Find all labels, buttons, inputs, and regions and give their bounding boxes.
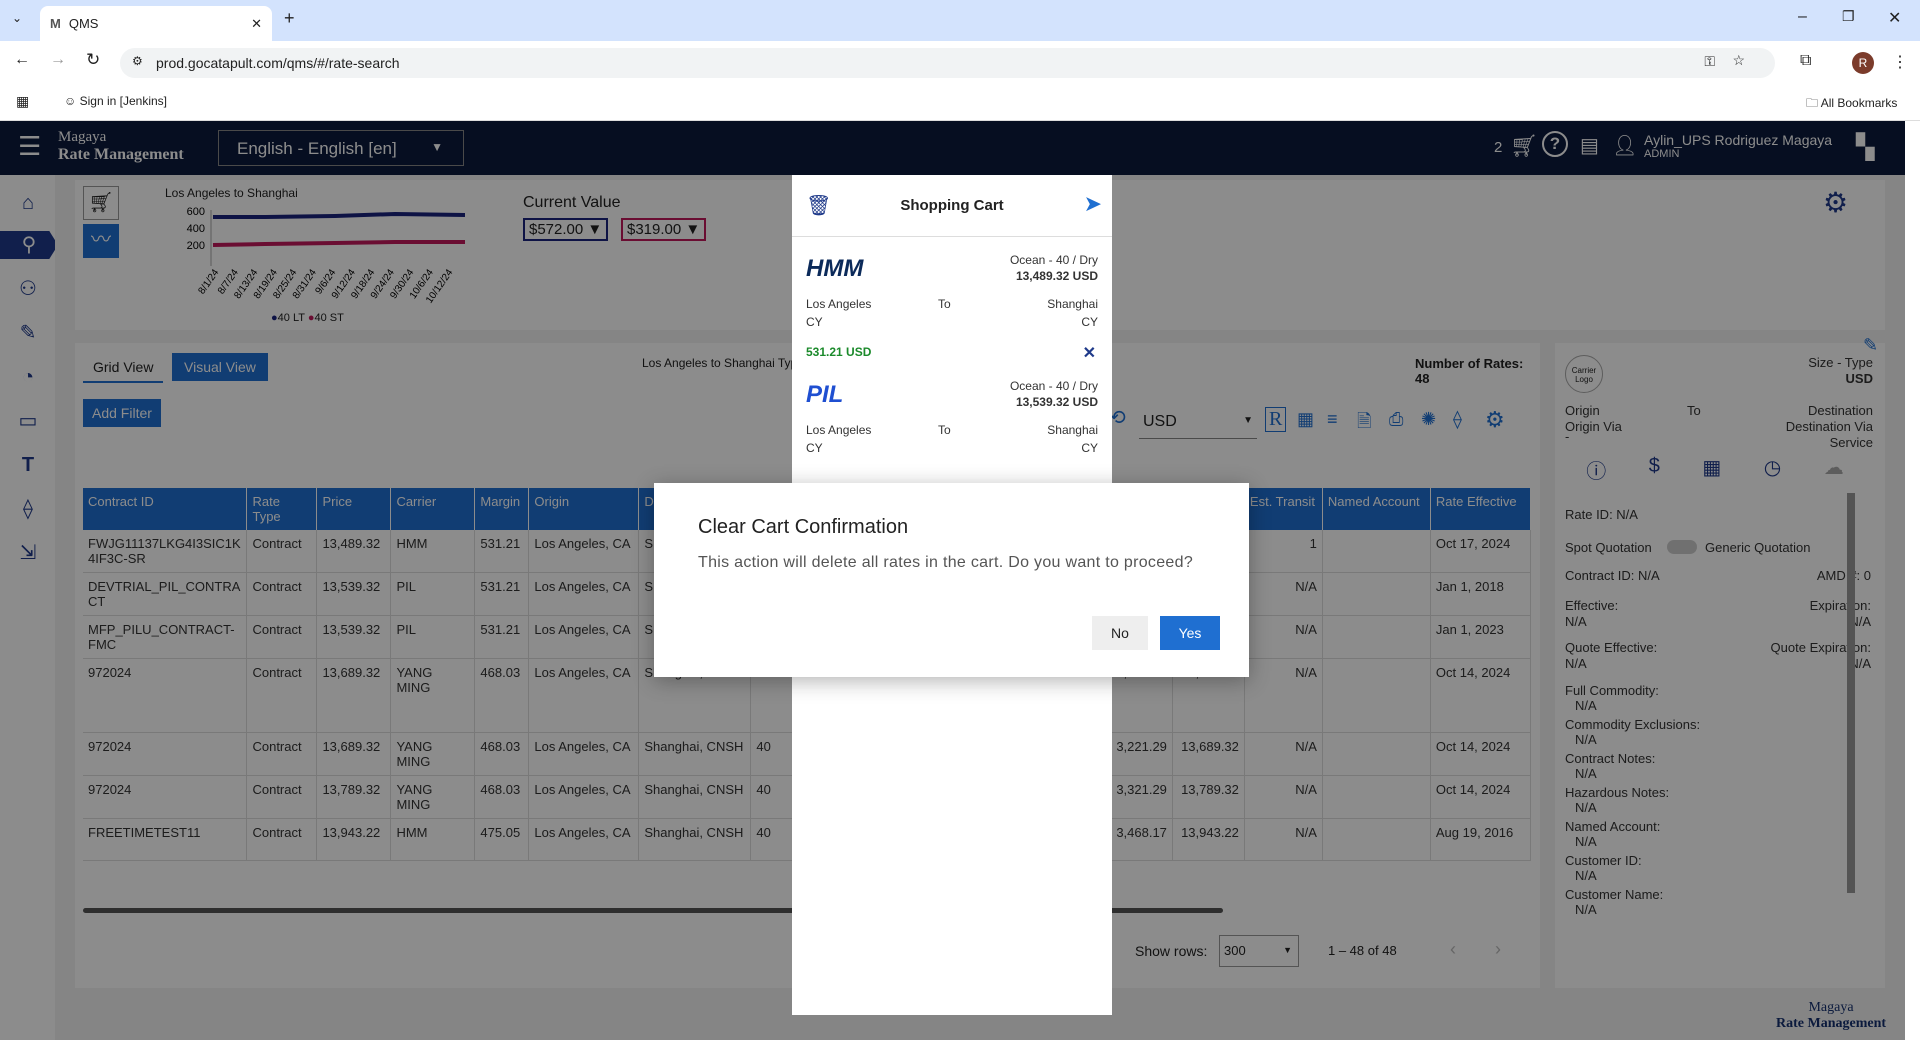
footer-brand: Magaya Rate Management [1776, 1000, 1886, 1032]
extensions-icon[interactable]: ⧉ [1800, 52, 1811, 70]
cart-destination: Shanghai [1047, 423, 1098, 437]
yes-button[interactable]: Yes [1160, 616, 1220, 650]
remove-item-icon[interactable]: ✕ [1083, 343, 1096, 363]
close-window-icon[interactable]: ✕ [1888, 8, 1901, 28]
cart-item[interactable]: HMM Ocean - 40 / Dry 13,489.32 USD Los Ange… [792, 245, 1112, 371]
cart-origin-sub: CY [806, 441, 823, 455]
cart-destination-sub: CY [1081, 315, 1098, 329]
browser-tab-bar: ⌄ M QMS ✕ + – ❐ ✕ [0, 0, 1920, 41]
dialog-title: Clear Cart Confirmation [698, 516, 909, 538]
forward-icon[interactable]: → [50, 51, 66, 69]
cart-item[interactable]: PIL Ocean - 40 / Dry 13,539.32 USD Los Ange… [792, 371, 1112, 463]
cart-origin: Los Angeles [806, 423, 872, 437]
footer-brand-line1: Magaya [1808, 1000, 1854, 1015]
cart-to: To [938, 423, 951, 437]
profile-avatar[interactable]: R [1852, 52, 1874, 74]
site-info-icon[interactable]: ⚙ [132, 54, 143, 68]
cart-price: 13,489.32 USD [1015, 269, 1098, 283]
bookmark-star-icon[interactable]: ☆ [1732, 52, 1745, 69]
close-tab-icon[interactable]: ✕ [251, 16, 262, 32]
tab-title: QMS [68, 16, 99, 31]
restore-icon[interactable]: ❐ [1842, 8, 1855, 25]
jenkins-icon: ☺ [64, 94, 77, 108]
clear-cart-dialog: Clear Cart Confirmation This action will… [654, 483, 1249, 677]
url-text: prod.gocatapult.com/qms/#/rate-search [156, 55, 400, 71]
apps-grid-icon[interactable]: ▦ [16, 93, 29, 110]
cart-title: Shopping Cart [900, 197, 1004, 214]
all-bookmarks[interactable]: 🗀 All Bookmarks [1806, 94, 1897, 115]
browser-tab[interactable]: M QMS ✕ [40, 6, 272, 41]
bookmark-jenkins[interactable]: ☺ Sign in [Jenkins] [64, 94, 167, 108]
cart-service: Ocean - 40 / Dry [1009, 253, 1098, 267]
cart-price: 13,539.32 USD [1015, 395, 1098, 409]
browser-menu-icon[interactable]: ⋮ [1892, 52, 1908, 72]
bookmarks-bar: ▦ ☺ Sign in [Jenkins] 🗀 All Bookmarks [0, 83, 1920, 121]
cart-items: HMM Ocean - 40 / Dry 13,489.32 USD Los Ange… [792, 245, 1112, 463]
folder-icon: 🗀 [1806, 96, 1819, 110]
all-bookmarks-label: All Bookmarks [1820, 96, 1898, 110]
bookmark-jenkins-label: Sign in [Jenkins] [79, 94, 167, 108]
cart-margin: 531.21 USD [806, 345, 872, 359]
cart-divider [792, 236, 1112, 237]
url-field[interactable]: ⚙ prod.gocatapult.com/qms/#/rate-search … [120, 48, 1775, 78]
favicon-icon: M [50, 16, 61, 31]
cart-service: Ocean - 40 / Dry [1009, 379, 1098, 393]
carrier-logo: PIL [806, 381, 844, 408]
minimize-icon[interactable]: – [1798, 8, 1807, 26]
no-button[interactable]: No [1092, 616, 1148, 650]
carrier-logo: HMM [806, 255, 864, 282]
cart-origin-sub: CY [806, 315, 823, 329]
new-tab-icon[interactable]: + [284, 8, 295, 29]
password-key-icon[interactable]: ⚿ [1704, 53, 1715, 70]
cart-origin: Los Angeles [806, 297, 872, 311]
cart-destination: Shanghai [1047, 297, 1098, 311]
back-icon[interactable]: ← [14, 51, 30, 69]
cart-destination-sub: CY [1081, 441, 1098, 455]
footer-brand-line2: Rate Management [1776, 1016, 1887, 1031]
cart-to: To [938, 297, 951, 311]
send-icon[interactable]: ➤ [1084, 191, 1102, 217]
tab-list-icon[interactable]: ⌄ [12, 11, 22, 25]
dialog-message: This action will delete all rates in the… [698, 554, 1194, 571]
reload-icon[interactable]: ↻ [86, 50, 100, 70]
